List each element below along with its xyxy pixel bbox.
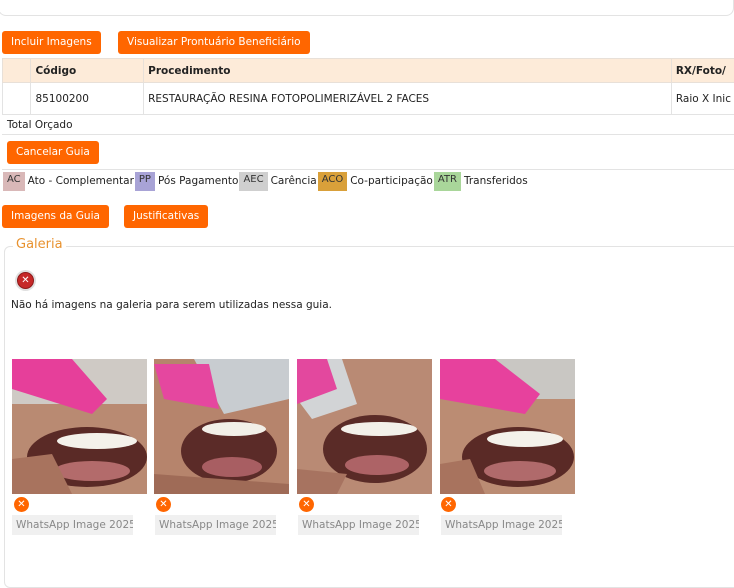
dental-photo-icon — [297, 359, 432, 494]
top-panel — [0, 0, 734, 16]
legend-label-aco: Co-participação — [350, 175, 433, 187]
procedures-table: Código Procedimento RX/Foto/ 85100200 RE… — [2, 58, 734, 115]
dental-photo-icon — [440, 359, 575, 494]
procedure-cell: RESTAURAÇÃO RESINA FOTOPOLIMERIZÁVEL 2 F… — [144, 83, 672, 115]
gallery-thumbnail[interactable] — [440, 359, 575, 494]
dental-photo-icon — [154, 359, 289, 494]
table-header-row: Código Procedimento RX/Foto/ — [3, 59, 734, 83]
remove-image-icon[interactable]: ✕ — [14, 497, 29, 512]
image-name-field[interactable]: WhatsApp Image 2025 — [12, 515, 133, 535]
remove-image-icon[interactable]: ✕ — [299, 497, 314, 512]
legend-swatch-aco: ACO — [318, 172, 348, 191]
image-name-field[interactable]: WhatsApp Image 2025 — [441, 515, 562, 535]
view-beneficiary-record-button[interactable]: Visualizar Prontuário Beneficiário — [118, 31, 310, 54]
legend-label-ac: Ato - Complementar — [28, 175, 134, 187]
code-cell: 85100200 — [31, 83, 144, 115]
guide-images-button[interactable]: Imagens da Guia — [2, 205, 109, 228]
table-row[interactable]: 85100200 RESTAURAÇÃO RESINA FOTOPOLIMERI… — [3, 83, 734, 115]
cancel-row: Cancelar Guia — [2, 136, 734, 170]
empty-gallery-message: Não há imagens na galeria para serem uti… — [11, 299, 332, 311]
remove-image-icon[interactable]: ✕ — [156, 497, 171, 512]
column-header-code: Código — [31, 59, 144, 83]
legend-swatch-aec: AEC — [239, 172, 267, 191]
image-name-field[interactable]: WhatsApp Image 2025 — [298, 515, 419, 535]
legend-swatch-pp: PP — [135, 172, 155, 191]
column-header-procedure: Procedimento — [144, 59, 672, 83]
gallery-thumbnail[interactable] — [154, 359, 289, 494]
legend-swatch-atr: ATR — [434, 172, 461, 191]
legend-swatch-ac: AC — [3, 172, 25, 191]
status-legend: AC Ato - Complementar PP Pós Pagamento A… — [3, 171, 529, 191]
gallery-thumbnail[interactable] — [12, 359, 147, 494]
justifications-button[interactable]: Justificativas — [124, 205, 208, 228]
select-cell[interactable] — [3, 83, 31, 115]
gallery-title: Galeria — [13, 237, 66, 252]
legend-label-atr: Transferidos — [464, 175, 528, 187]
total-budget-label: Total Orçado — [7, 119, 73, 131]
clear-gallery-icon[interactable]: ✕ — [17, 272, 34, 289]
column-header-rx: RX/Foto/ — [671, 59, 734, 83]
select-column-header — [3, 59, 31, 83]
rx-cell: Raio X Inic — [671, 83, 734, 115]
image-name-field[interactable]: WhatsApp Image 2025 — [155, 515, 276, 535]
cancel-guide-button[interactable]: Cancelar Guia — [7, 141, 99, 164]
gallery-thumbnail[interactable] — [297, 359, 432, 494]
legend-label-aec: Carência — [271, 175, 317, 187]
total-budget-row: Total Orçado — [2, 113, 734, 135]
include-images-button[interactable]: Incluir Imagens — [2, 31, 101, 54]
dental-photo-icon — [12, 359, 147, 494]
remove-image-icon[interactable]: ✕ — [441, 497, 456, 512]
legend-label-pp: Pós Pagamento — [158, 175, 238, 187]
